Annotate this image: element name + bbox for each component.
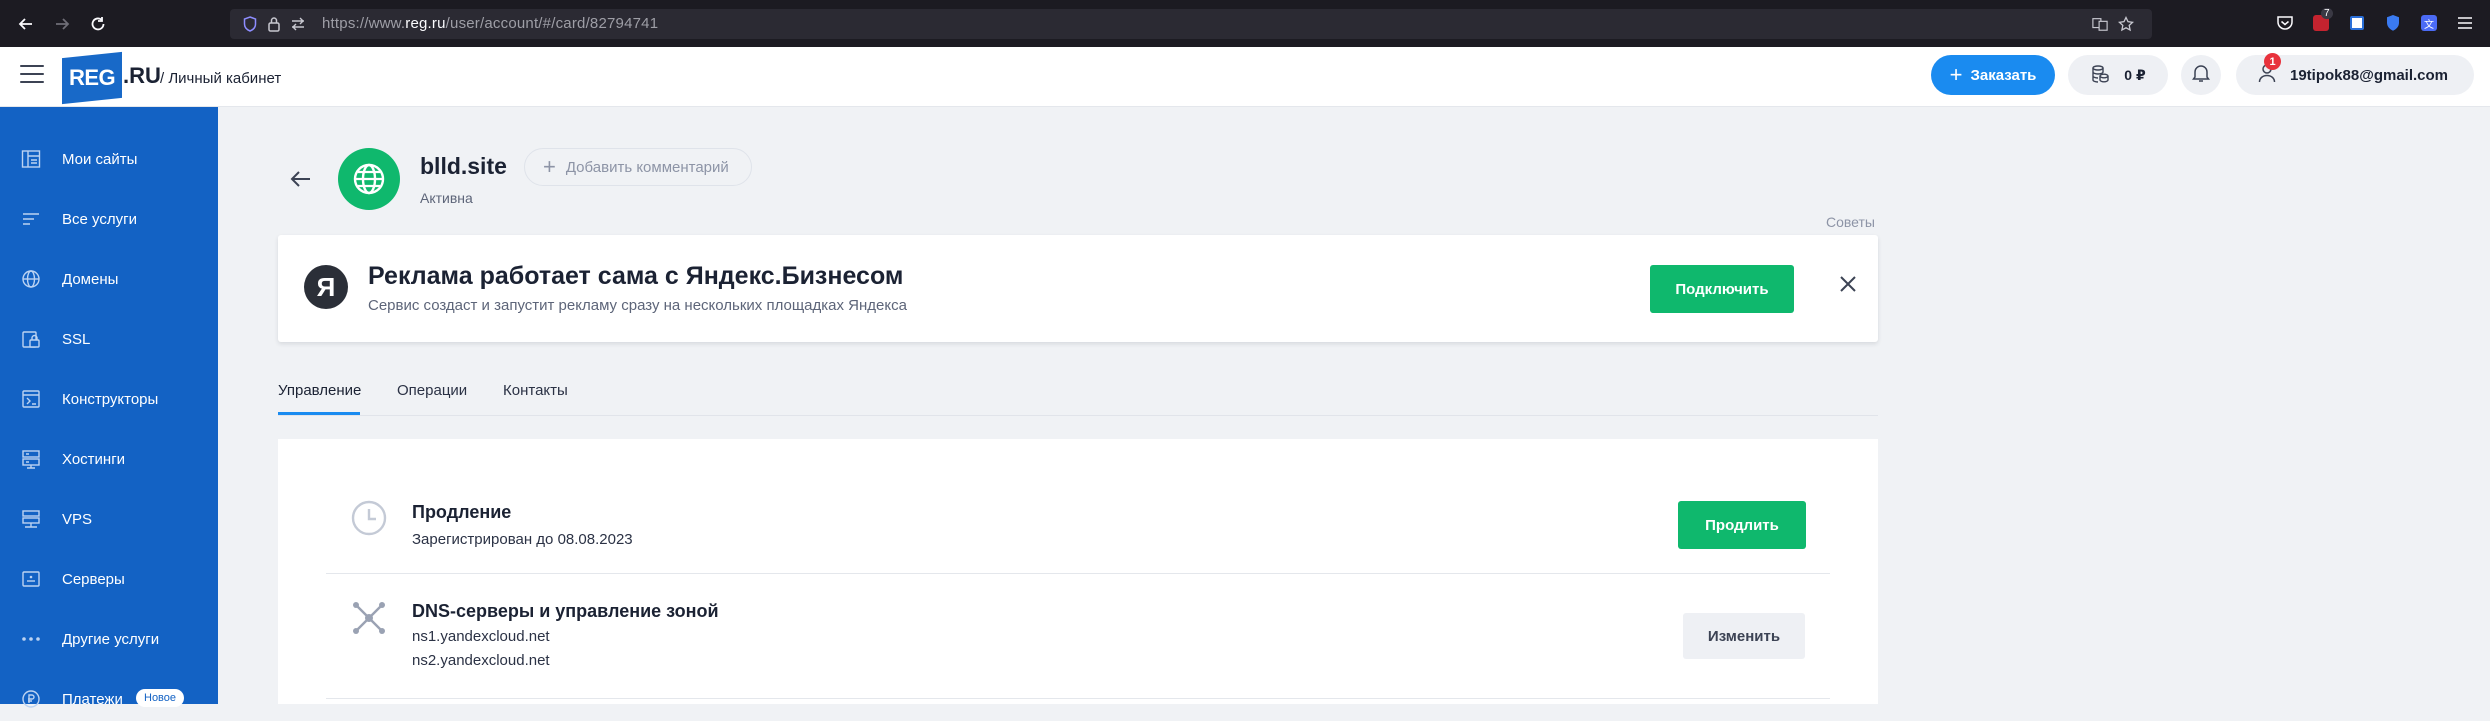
reg-logo[interactable]: REG <box>62 51 122 105</box>
address-bar[interactable]: https://www.reg.ru/user/account/#/card/8… <box>230 9 2152 39</box>
banner-subtitle: Сервис создаст и запустит рекламу сразу … <box>368 297 907 314</box>
dns-network-icon <box>350 599 388 637</box>
logo-suffix: .RU <box>123 63 161 88</box>
globe-icon <box>20 268 42 290</box>
extension-red-icon[interactable]: 7 <box>2312 8 2333 32</box>
connect-button[interactable]: Подключить <box>1650 265 1794 313</box>
reload-icon[interactable] <box>86 12 110 36</box>
browser-toolbar: https://www.reg.ru/user/account/#/card/8… <box>0 0 2490 48</box>
balance-value: 0 ₽ <box>2124 66 2146 83</box>
tab-contacts[interactable]: Контакты <box>503 382 568 399</box>
tracking-shield-icon[interactable] <box>242 16 258 32</box>
tabs: Управление Операции Контакты <box>278 372 1878 416</box>
menu-icon[interactable] <box>20 65 44 87</box>
add-comment-button[interactable]: + Добавить комментарий <box>524 148 752 186</box>
lock-icon[interactable] <box>266 16 282 32</box>
coins-icon <box>2090 64 2110 87</box>
divider <box>326 573 1830 574</box>
back-icon[interactable] <box>14 12 38 36</box>
dns-title: DNS-серверы и управление зоной <box>412 601 719 621</box>
yandex-business-banner: Я Реклама работает сама с Яндекс.Бизнесо… <box>278 235 1878 342</box>
translator-extension-icon[interactable]: 文 <box>2420 14 2438 32</box>
domain-status: Активна <box>420 190 473 206</box>
sidebar-item-builders[interactable]: Конструкторы <box>0 377 218 421</box>
domain-name: blld.site <box>420 153 507 179</box>
notification-count-badge: 1 <box>2264 53 2281 70</box>
payments-icon <box>20 688 42 710</box>
banner-title: Реклама работает сама с Яндекс.Бизнесом <box>368 262 904 290</box>
app-menu-icon[interactable] <box>2456 14 2474 32</box>
ssl-lock-icon <box>20 328 42 350</box>
domain-globe-icon <box>338 148 400 210</box>
sidebar-item-payments[interactable]: Платежи Новое <box>0 677 218 721</box>
breadcrumb[interactable]: / Личный кабинет <box>160 70 281 87</box>
renewal-title: Продление <box>412 502 512 522</box>
bookmark-star-icon[interactable] <box>2118 16 2134 32</box>
sidebar-item-ssl[interactable]: SSL <box>0 317 218 361</box>
management-card: Продление Зарегистрирован до 08.08.2023 … <box>278 439 1878 704</box>
tips-link[interactable]: Советы <box>1826 214 1875 230</box>
order-label: Заказать <box>1970 66 2037 84</box>
server-icon <box>20 568 42 590</box>
change-dns-button[interactable]: Изменить <box>1683 613 1805 659</box>
sites-icon <box>20 148 42 170</box>
builder-icon <box>20 388 42 410</box>
add-comment-label: Добавить комментарий <box>565 158 729 176</box>
sidebar-item-all-services[interactable]: Все услуги <box>0 197 218 241</box>
plus-icon: + <box>543 154 556 179</box>
sidebar-item-other-services[interactable]: Другие услуги <box>0 617 218 661</box>
pocket-icon[interactable] <box>2276 14 2294 32</box>
translate-icon[interactable] <box>2092 16 2108 32</box>
bell-icon <box>2192 63 2210 88</box>
balance-button[interactable]: 0 ₽ <box>2068 55 2168 95</box>
active-tab-indicator <box>278 412 360 415</box>
renewal-date: Зарегистрирован до 08.08.2023 <box>412 531 633 548</box>
shield-extension-icon[interactable] <box>2384 14 2402 32</box>
user-email: 19tipok88@gmail.com <box>2290 66 2449 84</box>
dns-ns1: ns1.yandexcloud.net <box>412 628 550 645</box>
back-arrow-icon[interactable] <box>288 166 314 192</box>
sidebar-item-domains[interactable]: Домены <box>0 257 218 301</box>
renew-button[interactable]: Продлить <box>1678 501 1806 549</box>
vps-icon <box>20 508 42 530</box>
notifications-button[interactable] <box>2181 55 2221 95</box>
sidebar-item-hosting[interactable]: Хостинги <box>0 437 218 481</box>
forward-icon[interactable] <box>50 12 74 36</box>
sidebar-item-my-sites[interactable]: Мои сайты <box>0 137 218 181</box>
url-text: https://www.reg.ru/user/account/#/card/8… <box>322 15 659 32</box>
clock-icon <box>350 499 388 537</box>
divider <box>326 698 1830 699</box>
sidebar-item-servers[interactable]: Серверы <box>0 557 218 601</box>
plus-icon: + <box>1949 62 1963 87</box>
list-icon <box>20 208 42 230</box>
dns-ns2: ns2.yandexcloud.net <box>412 652 550 669</box>
site-header: REG .RU / Личный кабинет + Заказать 0 ₽ … <box>0 47 2490 107</box>
sidebar: Мои сайты Все услуги Домены SSL Конструк… <box>0 107 218 708</box>
tab-operations[interactable]: Операции <box>397 382 467 399</box>
permissions-icon[interactable] <box>290 16 306 32</box>
close-icon[interactable] <box>1835 271 1861 297</box>
more-dots-icon <box>20 628 42 650</box>
tab-management[interactable]: Управление <box>278 382 361 399</box>
new-badge: Новое <box>136 689 185 707</box>
hosting-icon <box>20 448 42 470</box>
extension-blue-icon[interactable] <box>2348 14 2366 32</box>
sidebar-item-vps[interactable]: VPS <box>0 497 218 541</box>
yandex-logo: Я <box>304 265 348 309</box>
order-button[interactable]: + Заказать <box>1931 55 2055 95</box>
